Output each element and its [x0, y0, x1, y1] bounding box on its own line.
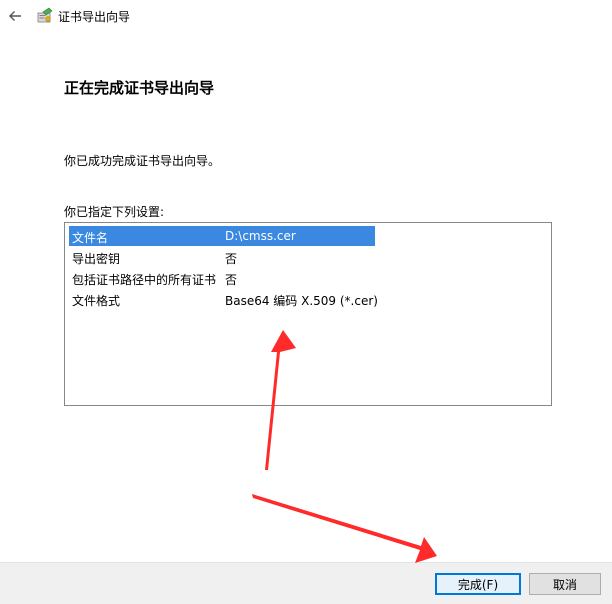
window-title: 证书导出向导 — [58, 10, 131, 24]
finish-button[interactable]: 完成(F) — [435, 573, 521, 595]
setting-value: 否 — [225, 252, 238, 266]
setting-value: 否 — [225, 273, 238, 287]
title-bar: 证书导出向导 — [0, 0, 612, 32]
completion-message: 你已成功完成证书导出向导。 — [64, 154, 221, 168]
settings-row-file-format[interactable]: 文件格式 Base64 编码 X.509 (*.cer) — [69, 289, 378, 309]
back-button[interactable] — [4, 5, 26, 27]
annotation-arrow-right-icon — [252, 494, 437, 563]
setting-key: 文件名 — [72, 231, 109, 245]
settings-list-label: 你已指定下列设置: — [64, 205, 165, 219]
setting-value: Base64 编码 X.509 (*.cer) — [225, 294, 378, 308]
setting-key: 包括证书路径中的所有证书 — [72, 273, 217, 287]
settings-listbox[interactable]: 文件名 D:\cmss.cer 导出密钥 否 包括证书路径中的所有证书 否 文件… — [64, 222, 552, 406]
cancel-button[interactable]: 取消 — [529, 573, 601, 595]
certificate-wizard-icon — [37, 7, 53, 23]
settings-row-include-chain[interactable]: 包括证书路径中的所有证书 否 — [69, 268, 375, 288]
settings-row-filename[interactable]: 文件名 D:\cmss.cer — [69, 226, 375, 246]
button-bar: 完成(F) 取消 — [0, 562, 612, 604]
setting-key: 导出密钥 — [72, 252, 121, 266]
setting-value: D:\cmss.cer — [225, 229, 296, 243]
wizard-heading: 正在完成证书导出向导 — [64, 79, 215, 97]
back-arrow-icon — [9, 11, 21, 21]
setting-key: 文件格式 — [72, 294, 121, 308]
settings-row-export-key[interactable]: 导出密钥 否 — [69, 247, 375, 267]
